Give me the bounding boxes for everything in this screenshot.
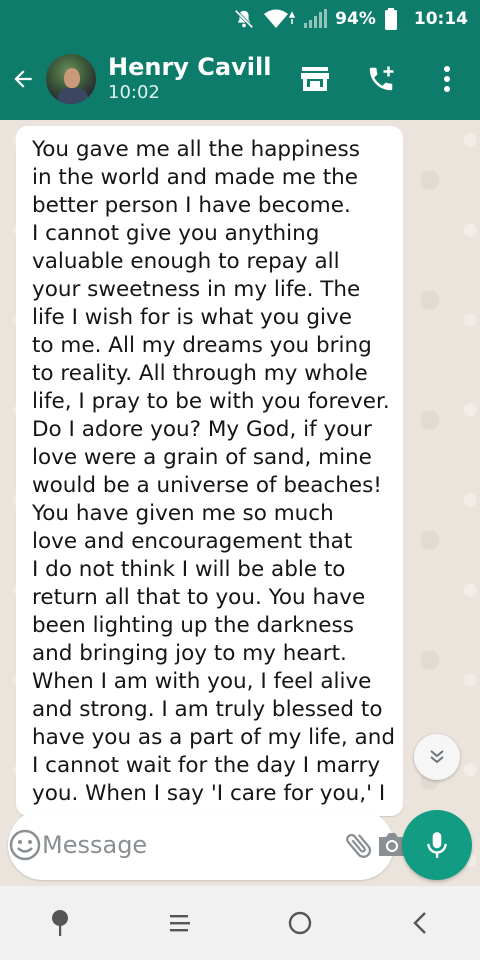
message-line: your sweetness in my life. The — [32, 277, 361, 302]
notifications-off-icon — [233, 8, 255, 30]
message-line: I do not think I will be able to — [32, 557, 346, 582]
message-bubble[interactable]: You gave me all the happiness in the wor… — [16, 126, 403, 816]
status-time: 10:14 — [413, 9, 468, 29]
message-line: Do I adore you? My God, if your — [32, 417, 372, 442]
message-line: better person I have become. — [32, 193, 351, 218]
contact-name: Henry Cavill — [108, 53, 272, 81]
message-line: love were a grain of sand, mine — [32, 445, 372, 470]
top-header: 94% 10:14 Henry Cavill 10:02 — [0, 0, 480, 120]
message-line: have you as a part of my life, and — [32, 725, 395, 750]
home-circle-icon — [288, 911, 312, 935]
message-line: love and encouragement that — [32, 529, 353, 554]
back-nav-button[interactable] — [390, 886, 450, 960]
store-icon — [301, 67, 329, 91]
message-line: valuable enough to repay all — [32, 249, 340, 274]
more-vert-icon — [444, 66, 450, 92]
voice-record-button[interactable] — [402, 810, 472, 880]
emoji-button[interactable] — [8, 810, 42, 880]
menu-lines-icon — [170, 915, 190, 932]
avatar[interactable] — [44, 52, 98, 106]
status-bar: 94% 10:14 — [0, 0, 480, 38]
assistant-button[interactable] — [30, 886, 90, 960]
attach-button[interactable] — [342, 810, 376, 880]
scroll-to-bottom-button[interactable] — [414, 734, 460, 780]
double-chevron-down-icon — [430, 750, 444, 764]
message-line: you. When I say 'I care for you,' I — [32, 781, 386, 806]
message-line: been lighting up the darkness — [32, 613, 354, 638]
system-nav-bar — [0, 886, 480, 960]
message-line: You gave me all the happiness — [32, 137, 360, 162]
add-call-icon — [369, 66, 394, 91]
message-line: When I am with you, I feel alive — [32, 669, 372, 694]
message-line: would be a universe of beaches! — [32, 473, 382, 498]
signal-icon — [303, 9, 328, 29]
message-line: life I wish for is what you give — [32, 305, 352, 330]
emoji-icon — [9, 829, 41, 861]
home-button[interactable] — [270, 886, 330, 960]
message-line: return all that to you. You have — [32, 585, 366, 610]
paperclip-icon — [346, 833, 372, 858]
app-bar-actions — [282, 38, 480, 120]
microphone-icon — [427, 832, 447, 858]
contact-info[interactable]: Henry Cavill 10:02 — [108, 53, 271, 105]
pin-icon — [52, 910, 68, 936]
message-input[interactable] — [42, 825, 342, 865]
chevron-left-icon — [413, 912, 426, 934]
message-line: to reality. All through my whole — [32, 361, 368, 386]
back-button[interactable] — [2, 38, 44, 120]
arrow-back-icon — [14, 70, 32, 88]
message-line: and bringing joy to my heart. — [32, 641, 347, 666]
battery-icon — [384, 8, 398, 30]
chat-area[interactable]: You gave me all the happiness in the wor… — [0, 120, 480, 886]
app-bar: Henry Cavill 10:02 — [0, 38, 480, 120]
message-line: I cannot wait for the day I marry — [32, 753, 381, 778]
message-line: You have given me so much — [32, 501, 334, 526]
recents-button[interactable] — [150, 886, 210, 960]
message-composer — [8, 810, 405, 880]
add-call-button[interactable] — [348, 38, 414, 120]
message-line: and strong. I am truly blessed to — [32, 697, 383, 722]
message-line: in the world and made me the — [32, 165, 358, 190]
contact-status: 10:02 — [108, 82, 160, 103]
battery-percent: 94% — [335, 9, 376, 29]
message-text: You gave me all the happiness in the wor… — [32, 136, 395, 808]
message-line: I cannot give you anything — [32, 221, 320, 246]
message-line: life, I pray to be with you forever. — [32, 389, 390, 414]
wifi-icon — [263, 8, 296, 30]
message-line: to me. All my dreams you bring — [32, 333, 372, 358]
more-options-button[interactable] — [414, 38, 480, 120]
catalog-button[interactable] — [282, 38, 348, 120]
